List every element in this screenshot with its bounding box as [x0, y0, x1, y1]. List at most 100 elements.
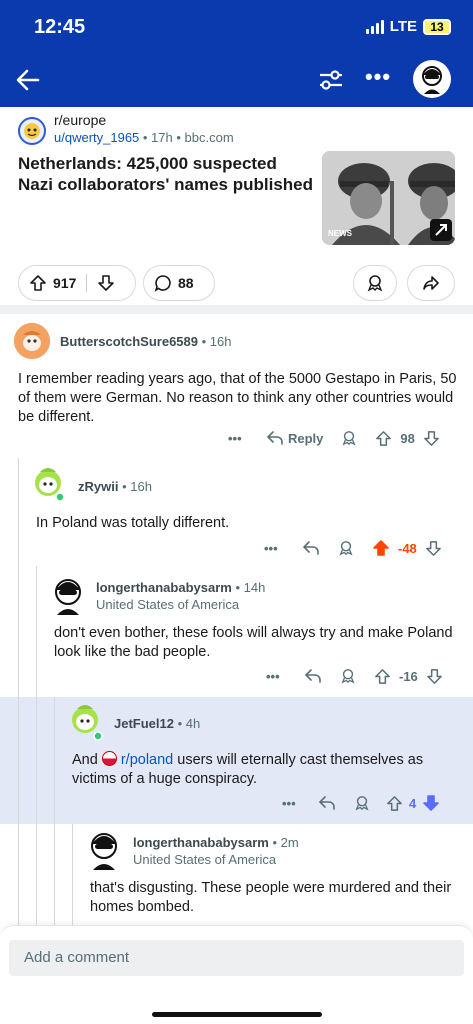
comment-body: And r/poland users will eternally cast t…	[72, 751, 424, 787]
status-time: 12:45	[34, 16, 86, 38]
share-icon	[423, 276, 439, 290]
comment-actions: ••• Reply 98	[228, 428, 440, 448]
network-label: LTE	[389, 18, 417, 35]
upvote-button[interactable]	[29, 274, 47, 292]
post-score: 917	[53, 275, 77, 291]
more-button[interactable]: •••	[364, 66, 392, 92]
comment-body: don't even bother, these fools will alwa…	[54, 625, 453, 660]
status-icons: LTE 13	[365, 18, 451, 35]
app-header: 12:45 LTE 13 •••	[0, 0, 473, 107]
subreddit-icon[interactable]	[18, 117, 46, 145]
user-flair: United States of America	[133, 852, 277, 867]
post-title[interactable]: Netherlands: 425,000 suspected Nazi coll…	[18, 153, 314, 195]
upvote-button-active[interactable]	[372, 539, 390, 557]
signal-icon	[365, 19, 384, 34]
comments-button[interactable]: 88	[143, 265, 215, 301]
award-button[interactable]	[341, 430, 357, 446]
comment-count: 88	[178, 275, 194, 291]
avatar[interactable]	[50, 575, 86, 615]
award-button[interactable]	[340, 668, 356, 684]
more-options-button[interactable]: •••	[266, 669, 294, 684]
avatar[interactable]	[14, 323, 50, 359]
comment-score: -16	[399, 668, 418, 684]
add-comment-input[interactable]: Add a comment	[9, 940, 464, 976]
comment-author[interactable]: longerthanababysarm • 2m	[133, 835, 299, 850]
comment-body: I remember reading years ago, that of th…	[18, 371, 457, 425]
upvote-button[interactable]	[374, 668, 391, 685]
upvote-icon	[387, 795, 402, 811]
comment-author[interactable]: zRywii • 16h	[78, 479, 152, 494]
avatar[interactable]	[68, 700, 104, 742]
reply-button[interactable]: Reply	[266, 430, 323, 446]
comment-author[interactable]: ButterscotchSure6589 • 16h	[60, 334, 231, 349]
post-thumbnail[interactable]: NEWS	[322, 151, 455, 245]
reply-button[interactable]	[302, 540, 320, 556]
reply-icon	[304, 669, 321, 683]
comment-author[interactable]: longerthanababysarm • 14h	[96, 580, 265, 595]
avatar[interactable]	[86, 828, 122, 870]
post-author[interactable]: u/qwerty_1965	[54, 130, 139, 145]
downvote-button[interactable]	[423, 430, 440, 447]
award-icon	[342, 431, 356, 446]
post-card[interactable]: r/europe u/qwerty_1965 • 17h • bbc.com N…	[0, 107, 473, 312]
upvote-icon	[373, 540, 389, 556]
battery-icon: 13	[423, 18, 451, 35]
post-age-domain: • 17h • bbc.com	[139, 130, 234, 145]
comment-actions: ••• -16	[266, 666, 443, 686]
user-avatar-button[interactable]	[413, 60, 451, 98]
more-options-button[interactable]: •••	[264, 541, 292, 556]
section-divider	[0, 305, 473, 314]
reply-button[interactable]	[304, 668, 322, 684]
upvote-icon	[375, 668, 390, 684]
thumbnail-watermark: NEWS	[328, 229, 352, 238]
reply-icon	[302, 541, 319, 555]
reply-button[interactable]	[318, 795, 336, 811]
back-button[interactable]	[14, 66, 42, 94]
more-options-button[interactable]: •••	[282, 796, 310, 811]
user-flair: United States of America	[96, 597, 240, 612]
downvote-button-active[interactable]	[422, 794, 440, 812]
reply-icon	[318, 796, 335, 810]
filter-icon	[320, 70, 342, 90]
thread-line	[54, 697, 55, 928]
award-button[interactable]	[353, 265, 397, 301]
comment-actions: ••• -48	[264, 538, 442, 558]
subreddit-name[interactable]: r/europe	[54, 112, 106, 128]
upvote-icon	[30, 275, 46, 291]
thread-line	[36, 566, 37, 928]
subreddit-link[interactable]: r/poland	[121, 752, 173, 768]
comment-score: 4	[409, 795, 417, 811]
subreddit-icon	[101, 751, 117, 766]
downvote-icon	[423, 795, 440, 811]
downvote-button[interactable]	[426, 668, 443, 685]
award-icon	[341, 669, 355, 684]
comment-body: that's disgusting. These people were mur…	[90, 880, 452, 915]
share-button[interactable]	[407, 265, 455, 301]
avatar[interactable]	[32, 463, 66, 503]
award-icon	[367, 275, 383, 292]
upvote-icon	[376, 430, 392, 446]
award-button[interactable]	[338, 540, 354, 556]
comment-score: 98	[400, 430, 415, 446]
downvote-icon	[98, 275, 115, 291]
downvote-icon	[425, 540, 441, 556]
post-meta: u/qwerty_1965 • 17h • bbc.com	[54, 130, 234, 145]
more-options-button[interactable]: •••	[228, 431, 256, 446]
award-icon	[355, 796, 369, 811]
award-button[interactable]	[354, 795, 370, 811]
comment-composer-bar: Add a comment	[0, 925, 473, 1024]
avatar	[422, 66, 442, 94]
comment-author[interactable]: JetFuel12 • 4h	[114, 716, 200, 731]
filter-button[interactable]	[317, 66, 345, 94]
back-arrow-icon	[16, 69, 40, 91]
downvote-button[interactable]	[425, 540, 442, 557]
vote-control: 917	[18, 265, 136, 301]
downvote-button[interactable]	[97, 274, 115, 292]
award-icon	[339, 541, 353, 556]
upvote-button[interactable]	[386, 795, 403, 812]
comment-score: -48	[398, 540, 417, 556]
home-indicator	[152, 1012, 322, 1017]
upvote-button[interactable]	[375, 430, 392, 447]
comment-body: In Poland was totally different.	[36, 515, 230, 531]
downvote-icon	[426, 668, 442, 684]
